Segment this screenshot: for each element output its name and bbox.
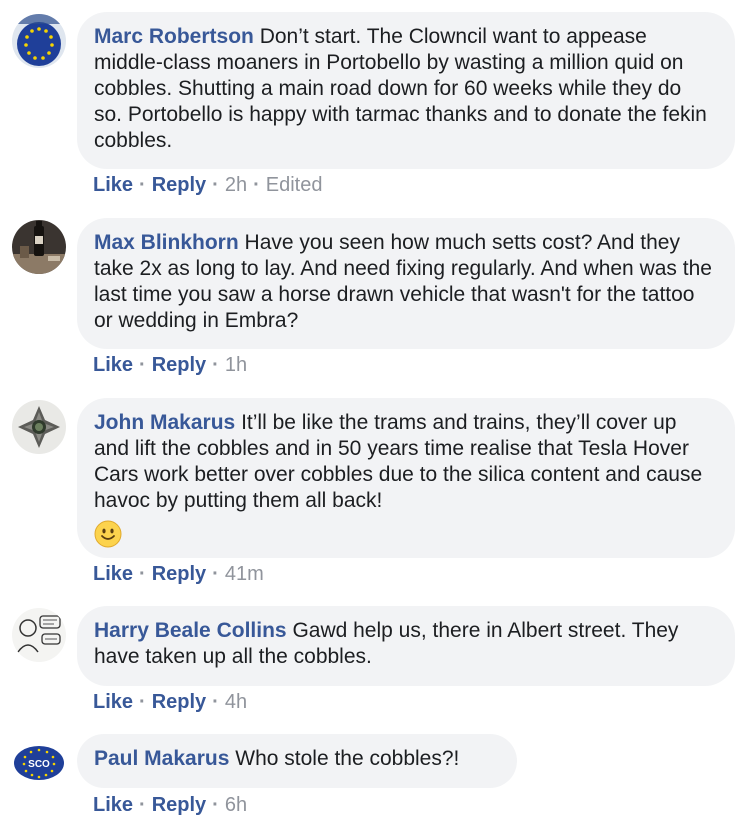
user-avatar[interactable] (12, 14, 66, 68)
separator-dot: · (212, 794, 219, 816)
separator-dot: · (212, 174, 219, 196)
comment-timestamp[interactable]: 2h (225, 174, 247, 196)
eu-stars-avatar-icon (12, 14, 66, 68)
reply-link[interactable]: Reply (152, 691, 206, 713)
like-link[interactable]: Like (93, 563, 133, 585)
cross-medal-avatar-icon (12, 400, 66, 454)
comment-actions: Like · Reply · 4h (93, 691, 247, 714)
separator-dot: · (253, 174, 260, 196)
reply-link[interactable]: Reply (152, 354, 206, 376)
separator-dot: · (139, 174, 146, 196)
separator-dot: · (139, 354, 146, 376)
comment-timestamp[interactable]: 4h (225, 691, 247, 713)
comment-text: Who stole the cobbles?! (235, 747, 460, 770)
reply-link[interactable]: Reply (152, 794, 206, 816)
smile-emoji-icon (94, 520, 122, 548)
comment-timestamp[interactable]: 1h (225, 354, 247, 376)
separator-dot: · (139, 794, 146, 816)
user-avatar[interactable] (12, 400, 66, 454)
sketch-avatar-icon (12, 608, 66, 662)
comment-actions: Like · Reply · 6h (93, 794, 247, 817)
separator-dot: · (139, 563, 146, 585)
comment-timestamp[interactable]: 41m (225, 563, 264, 585)
sco-eu-avatar-icon: SCO (12, 736, 66, 790)
user-avatar[interactable] (12, 608, 66, 662)
user-avatar[interactable] (12, 220, 66, 274)
comment-author-link[interactable]: Harry Beale Collins (94, 619, 287, 642)
reply-link[interactable]: Reply (152, 563, 206, 585)
comment-author-link[interactable]: Max Blinkhorn (94, 231, 239, 254)
comment-actions: Like · Reply · 1h (93, 354, 247, 377)
bottle-photo-avatar-icon (12, 220, 66, 274)
comment-author-link[interactable]: John Makarus (94, 411, 235, 434)
comment-actions: Like · Reply · 2h · Edited (93, 174, 322, 197)
separator-dot: · (212, 691, 219, 713)
comment-actions: Like · Reply · 41m (93, 563, 264, 586)
comment-author-link[interactable]: Marc Robertson (94, 25, 254, 48)
sco-label: SCO (28, 759, 50, 770)
comment-bubble: John Makarus It’ll be like the trams and… (77, 398, 735, 558)
edited-label[interactable]: Edited (266, 174, 323, 196)
comment-bubble: Marc Robertson Don’t start. The Clowncil… (77, 12, 735, 169)
comment-bubble: Paul Makarus Who stole the cobbles?! (77, 734, 517, 788)
comment-timestamp[interactable]: 6h (225, 794, 247, 816)
separator-dot: · (139, 691, 146, 713)
reply-link[interactable]: Reply (152, 174, 206, 196)
comment-bubble: Max Blinkhorn Have you seen how much set… (77, 218, 735, 349)
like-link[interactable]: Like (93, 174, 133, 196)
comment-author-link[interactable]: Paul Makarus (94, 747, 229, 770)
like-link[interactable]: Like (93, 691, 133, 713)
like-link[interactable]: Like (93, 794, 133, 816)
user-avatar[interactable]: SCO (12, 736, 66, 790)
like-link[interactable]: Like (93, 354, 133, 376)
comment-bubble: Harry Beale Collins Gawd help us, there … (77, 606, 735, 686)
separator-dot: · (212, 563, 219, 585)
separator-dot: · (212, 354, 219, 376)
